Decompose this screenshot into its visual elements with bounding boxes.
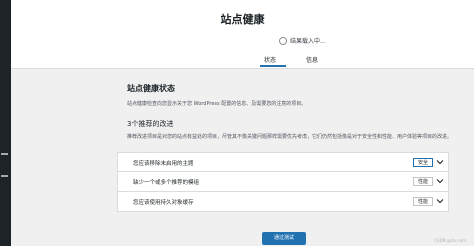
- improvements-description: 推荐改进项目是对您的站点有益处的项目，尽管其不像关键问题那样需要优先考虑，它们仍…: [127, 134, 453, 140]
- chevron-down-icon[interactable]: [436, 177, 444, 185]
- passed-tests-button[interactable]: 通过测试: [262, 232, 306, 245]
- progress-circle-icon: [279, 36, 287, 45]
- issue-row[interactable]: 您应该移除未启用的主题 安全: [118, 153, 448, 173]
- issue-label: 您应该移除未启用的主题: [133, 161, 194, 167]
- chevron-down-icon[interactable]: [436, 158, 444, 166]
- section-title: 站点健康状态: [127, 84, 175, 93]
- sidebar-menu-item[interactable]: [0, 172, 11, 180]
- tab-status[interactable]: 状态: [264, 55, 276, 64]
- page-title: 站点健康: [220, 13, 265, 26]
- improvements-count-title: 3个推荐的改进: [127, 120, 174, 128]
- issue-label: 您应该使用持久对象缓存: [133, 199, 194, 206]
- tab-info[interactable]: 信息: [306, 55, 318, 64]
- admin-sidebar: [0, 0, 11, 246]
- progress-label: 结果载入中...: [290, 38, 326, 45]
- sidebar-menu-item[interactable]: [0, 150, 11, 158]
- issues-list: 您应该移除未启用的主题 安全 缺少一个或多个推荐的模组 性能 您应该使用持久对象…: [117, 152, 449, 212]
- site-health-header: 站点健康 结果载入中... 状态 信息: [11, 0, 474, 69]
- category-badge: 性能: [413, 177, 434, 187]
- category-badge: 性能: [413, 196, 434, 206]
- active-tab-indicator: [260, 65, 286, 67]
- issue-row[interactable]: 缺少一个或多个推荐的模组 性能: [118, 172, 448, 192]
- passed-tests-button-label: 通过测试: [273, 235, 294, 241]
- category-badge: 安全: [413, 158, 434, 167]
- section-description: 站点健康检查向您显示关于您 WordPress 配置的信息、及需要您的注意的项目…: [127, 101, 307, 107]
- chevron-down-icon[interactable]: [436, 197, 444, 205]
- watermark: CSDN @ziv.com: [434, 238, 466, 243]
- progress-indicator: 结果载入中...: [279, 36, 326, 45]
- issue-row[interactable]: 您应该使用持久对象缓存 性能: [118, 192, 448, 211]
- issue-label: 缺少一个或多个推荐的模组: [133, 180, 200, 187]
